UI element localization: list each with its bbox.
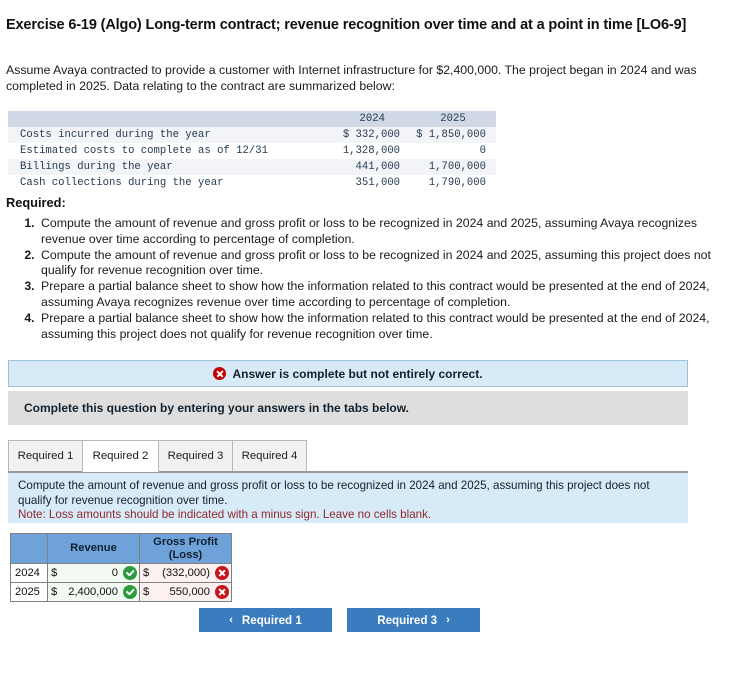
tab-label: Required 1	[17, 450, 74, 462]
gross-profit-cell-2025[interactable]: $ 550,000	[139, 582, 232, 602]
gross-profit-cell-2024[interactable]: $ (332,000)	[139, 563, 232, 583]
facts-value-2025: 1,790,000	[428, 177, 486, 189]
tab-label: Required 3	[167, 450, 224, 462]
answer-row-year: 2025	[10, 582, 48, 602]
answer-status-text: Answer is complete but not entirely corr…	[232, 366, 483, 381]
answer-status-banner: Answer is complete but not entirely corr…	[8, 360, 688, 387]
page-title: Exercise 6-19 (Algo) Long-term contract;…	[6, 17, 687, 33]
revenue-cell-2024[interactable]: $ 0	[47, 563, 140, 583]
answer-header-revenue: Revenue	[47, 533, 140, 564]
tab-instruction-panel: Compute the amount of revenue and gross …	[8, 473, 688, 523]
chevron-left-icon: ‹	[229, 613, 233, 626]
facts-value-2024: 351,000	[355, 177, 401, 189]
facts-value-2025: 0	[479, 145, 486, 157]
facts-value-2024: 1,328,000	[342, 145, 401, 157]
facts-header-2024: 2024	[359, 113, 385, 125]
next-required-label: Required 3	[377, 613, 438, 627]
list-item: Prepare a partial balance sheet to show …	[38, 311, 722, 342]
required-tabbar: Required 1 Required 2 Required 3 Require…	[8, 440, 688, 472]
gross-profit-line1: Gross Profit	[153, 536, 218, 548]
facts-label: Cash collections during the year	[20, 177, 224, 189]
gross-profit-value: 550,000	[169, 586, 210, 598]
facts-value-2024: 441,000	[355, 161, 401, 173]
chevron-right-icon: ›	[446, 613, 450, 626]
tab-instruction-note: Note: Loss amounts should be indicated w…	[18, 508, 432, 522]
answer-header-corner	[10, 533, 48, 564]
x-circle-icon	[215, 566, 229, 580]
facts-header-blank	[8, 111, 334, 127]
answer-row-year: 2024	[10, 563, 48, 583]
list-item: Compute the amount of revenue and gross …	[38, 248, 722, 279]
tab-required-2[interactable]: Required 2	[82, 440, 159, 472]
answer-header-row: Revenue Gross Profit (Loss)	[10, 533, 232, 564]
table-row: 2025 $ 2,400,000 $ 550,000	[10, 582, 232, 602]
table-row: 2024 $ 0 $ (332,000)	[10, 563, 232, 583]
next-required-button[interactable]: Required 3 ›	[347, 608, 480, 632]
answer-table: Revenue Gross Profit (Loss) 2024 $ 0 $ (…	[10, 533, 232, 602]
facts-label: Billings during the year	[20, 161, 173, 173]
tab-required-4[interactable]: Required 4	[232, 440, 307, 472]
facts-value-2025: 1,700,000	[428, 161, 486, 173]
facts-value-2025: $ 1,850,000	[416, 129, 486, 141]
tab-required-3[interactable]: Required 3	[158, 440, 233, 472]
revenue-value: 2,400,000	[68, 586, 118, 598]
instruction-banner: Complete this question by entering your …	[8, 391, 688, 425]
list-item: Prepare a partial balance sheet to show …	[38, 279, 722, 310]
table-row: Cash collections during the year 351,000…	[8, 175, 496, 191]
exercise-page: Exercise 6-19 (Algo) Long-term contract;…	[0, 0, 751, 681]
facts-value-2024: $ 332,000	[342, 129, 401, 141]
tab-instruction-line1: Compute the amount of revenue and gross …	[18, 479, 650, 492]
facts-label: Estimated costs to complete as of 12/31	[20, 145, 268, 157]
check-circle-icon	[123, 585, 137, 599]
tab-instruction-line2: qualify for revenue recognition over tim…	[18, 493, 228, 507]
table-row: Billings during the year 441,000 1,700,0…	[8, 159, 496, 175]
list-item: Compute the amount of revenue and gross …	[38, 216, 722, 247]
instruction-banner-text: Complete this question by entering your …	[24, 401, 409, 415]
required-heading: Required:	[6, 195, 66, 210]
exercise-intro-text: Assume Avaya contracted to provide a cus…	[6, 63, 697, 93]
error-circle-icon	[213, 367, 227, 380]
facts-label: Costs incurred during the year	[20, 129, 211, 141]
facts-header-row: 2024 2025	[8, 111, 496, 127]
revenue-value: 0	[111, 567, 118, 579]
tab-required-1[interactable]: Required 1	[8, 440, 83, 472]
prev-required-button[interactable]: ‹ Required 1	[199, 608, 332, 632]
check-circle-icon	[123, 566, 137, 580]
tab-label: Required 4	[241, 450, 298, 462]
table-row: Estimated costs to complete as of 12/31 …	[8, 143, 496, 159]
gross-profit-line2: (Loss)	[168, 548, 203, 561]
revenue-cell-2025[interactable]: $ 2,400,000	[47, 582, 140, 602]
table-row: Costs incurred during the year $ 332,000…	[8, 127, 496, 143]
tab-label: Required 2	[92, 450, 149, 462]
facts-header-2025: 2025	[440, 113, 466, 125]
required-list: Compute the amount of revenue and gross …	[6, 216, 722, 343]
gross-profit-value: (332,000)	[162, 567, 210, 579]
answer-header-gross-profit: Gross Profit (Loss)	[139, 533, 232, 564]
contract-data-table: 2024 2025 Costs incurred during the year…	[8, 111, 496, 191]
x-circle-icon	[215, 585, 229, 599]
prev-required-label: Required 1	[241, 613, 302, 627]
